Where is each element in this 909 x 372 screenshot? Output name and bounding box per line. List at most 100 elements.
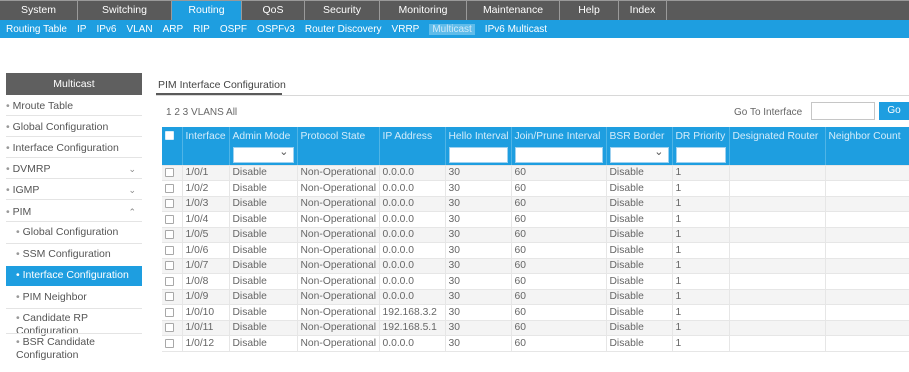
- select-all-header[interactable]: [162, 127, 183, 145]
- sub-nav-ospfv3[interactable]: OSPFv3: [257, 24, 295, 35]
- column-header-bsr-border[interactable]: BSR Border: [606, 127, 673, 145]
- row-checkbox[interactable]: [165, 338, 174, 348]
- top-nav-index[interactable]: Index: [619, 1, 667, 20]
- sidebar-item-global-configuration[interactable]: • Global Configuration: [6, 223, 142, 243]
- row-select-cell[interactable]: [162, 320, 183, 336]
- sidebar-item-pim-neighbor[interactable]: • PIM Neighbor: [6, 288, 142, 308]
- hello-interval-filter[interactable]: [445, 145, 512, 166]
- row-checkbox[interactable]: [165, 183, 174, 193]
- sidebar-item-interface-configuration[interactable]: • Interface Configuration: [6, 266, 142, 286]
- join-prune-filter[interactable]: [511, 145, 607, 166]
- sub-nav-ip[interactable]: IP: [77, 24, 86, 35]
- sub-nav-rip[interactable]: RIP: [193, 24, 210, 35]
- sub-nav-vrrp[interactable]: VRRP: [392, 24, 420, 35]
- table-row[interactable]: 1/0/6 Disable Non-Operational 0.0.0.0 30 60 Di…: [162, 242, 909, 259]
- dr-priority-filter-input[interactable]: [675, 146, 726, 163]
- top-nav-switching[interactable]: Switching: [78, 1, 172, 20]
- row-checkbox[interactable]: [165, 214, 174, 224]
- hello-interval-filter-input[interactable]: [448, 146, 508, 163]
- column-header-join-prune-interval[interactable]: Join/Prune Interval: [511, 127, 607, 145]
- sub-nav-multicast[interactable]: Multicast: [429, 23, 475, 35]
- chevron-up-icon[interactable]: ⌃: [128, 206, 136, 219]
- table-row[interactable]: 1/0/8 Disable Non-Operational 0.0.0.0 30 60 Di…: [162, 273, 909, 290]
- dr-priority-filter[interactable]: [672, 145, 730, 166]
- column-header-hello-interval[interactable]: Hello Interval: [445, 127, 512, 145]
- cell-ip-address: 0.0.0.0: [379, 242, 446, 259]
- select-all-checkbox[interactable]: [165, 131, 174, 141]
- sidebar-item-interface-configuration[interactable]: • Interface Configuration: [6, 139, 142, 157]
- chevron-down-icon[interactable]: ⌄: [128, 184, 136, 197]
- column-header-ip-address[interactable]: IP Address: [379, 127, 446, 145]
- table-row[interactable]: 1/0/12 Disable Non-Operational 0.0.0.0 30 60 D…: [162, 335, 909, 352]
- row-checkbox[interactable]: [165, 307, 174, 317]
- column-header-dr-priority[interactable]: DR Priority: [672, 127, 730, 145]
- row-select-cell[interactable]: [162, 258, 183, 274]
- page-title[interactable]: PIM Interface Configuration: [158, 79, 286, 91]
- table-row[interactable]: 1/0/3 Disable Non-Operational 0.0.0.0 30 60 Di…: [162, 196, 909, 212]
- top-nav-qos[interactable]: QoS: [242, 1, 305, 20]
- sub-nav-vlan[interactable]: VLAN: [126, 24, 152, 35]
- table-row[interactable]: 1/0/5 Disable Non-Operational 0.0.0.0 30 60 Di…: [162, 227, 909, 243]
- row-select-cell[interactable]: [162, 273, 183, 290]
- table-row[interactable]: 1/0/9 Disable Non-Operational 0.0.0.0 30 60 Di…: [162, 289, 909, 305]
- top-nav-maintenance[interactable]: Maintenance: [467, 1, 560, 20]
- sub-nav-ipv6[interactable]: IPv6: [96, 24, 116, 35]
- row-select-cell[interactable]: [162, 211, 183, 228]
- sidebar-item-pim[interactable]: • PIM ⌃: [6, 203, 142, 221]
- column-header-interface[interactable]: Interface: [182, 127, 230, 145]
- top-nav-routing[interactable]: Routing: [172, 1, 242, 20]
- sub-nav-ospf[interactable]: OSPF: [220, 24, 247, 35]
- row-checkbox[interactable]: [165, 292, 174, 302]
- column-header-neighbor-count[interactable]: Neighbor Count: [825, 127, 909, 145]
- top-nav-monitoring[interactable]: Monitoring: [380, 1, 467, 20]
- table-row[interactable]: 1/0/4 Disable Non-Operational 0.0.0.0 30 60 Di…: [162, 211, 909, 228]
- table-row[interactable]: 1/0/2 Disable Non-Operational 0.0.0.0 30 60 Di…: [162, 180, 909, 197]
- chevron-down-icon[interactable]: ⌄: [128, 163, 136, 176]
- row-checkbox[interactable]: [165, 230, 174, 240]
- sidebar-item-dvmrp[interactable]: • DVMRP ⌄: [6, 160, 142, 178]
- pagination-links[interactable]: 1 2 3 VLANS All: [166, 107, 237, 118]
- sub-nav-ipv6-multicast[interactable]: IPv6 Multicast: [485, 24, 547, 35]
- column-header-designated-router[interactable]: Designated Router: [729, 127, 826, 145]
- admin-mode-filter[interactable]: [229, 145, 298, 166]
- row-select-cell[interactable]: [162, 304, 183, 321]
- row-checkbox[interactable]: [165, 245, 174, 255]
- go-button[interactable]: Go: [879, 102, 909, 120]
- table-row[interactable]: 1/0/7 Disable Non-Operational 0.0.0.0 30 60 Di…: [162, 258, 909, 274]
- row-checkbox[interactable]: [165, 261, 174, 271]
- row-checkbox[interactable]: [165, 276, 174, 286]
- top-nav-help[interactable]: Help: [560, 1, 619, 20]
- join-prune-filter-input[interactable]: [514, 146, 603, 163]
- table-row[interactable]: 1/0/11 Disable Non-Operational 192.168.5.1 3…: [162, 320, 909, 336]
- goto-interface-input[interactable]: [811, 102, 875, 120]
- sidebar-item-global-configuration[interactable]: • Global Configuration: [6, 118, 142, 136]
- sub-nav-arp[interactable]: ARP: [163, 24, 184, 35]
- column-header-protocol-state[interactable]: Protocol State: [297, 127, 380, 145]
- row-select-cell[interactable]: [162, 180, 183, 197]
- top-nav-system[interactable]: System: [0, 1, 78, 20]
- row-select-cell[interactable]: [162, 242, 183, 259]
- bsr-border-filter[interactable]: [606, 145, 673, 166]
- column-header-admin-mode[interactable]: Admin Mode: [229, 127, 298, 145]
- table-row[interactable]: 1/0/10 Disable Non-Operational 192.168.3.2 3…: [162, 304, 909, 321]
- sub-nav-routing-table[interactable]: Routing Table: [6, 24, 67, 35]
- row-select-cell[interactable]: [162, 289, 183, 305]
- row-select-cell[interactable]: [162, 227, 183, 243]
- row-checkbox[interactable]: [165, 323, 174, 333]
- sidebar-item-bsr-candidate-configuration[interactable]: • BSR Candidate Configuration: [6, 333, 142, 361]
- top-nav-security[interactable]: Security: [305, 1, 380, 20]
- row-select-cell[interactable]: [162, 165, 183, 181]
- sub-nav-router-discovery[interactable]: Router Discovery: [305, 24, 382, 35]
- row-select-cell[interactable]: [162, 196, 183, 212]
- row-checkbox[interactable]: [165, 199, 174, 209]
- sidebar-item-mroute-table[interactable]: • Mroute Table: [6, 97, 142, 115]
- bsr-border-filter-select[interactable]: [609, 145, 669, 163]
- sidebar-item-ssm-configuration[interactable]: • SSM Configuration: [6, 245, 142, 265]
- sidebar-item-candidate-rp-configuration[interactable]: • Candidate RP Configuration: [6, 309, 142, 337]
- row-select-cell[interactable]: [162, 335, 183, 352]
- sidebar-item-igmp[interactable]: • IGMP ⌄: [6, 181, 142, 199]
- table-row[interactable]: 1/0/1 Disable Non-Operational 0.0.0.0 30 60 Di…: [162, 165, 909, 181]
- admin-mode-filter-select[interactable]: [232, 145, 294, 163]
- row-checkbox[interactable]: [165, 168, 174, 178]
- cell-admin-mode: Disable: [229, 196, 298, 212]
